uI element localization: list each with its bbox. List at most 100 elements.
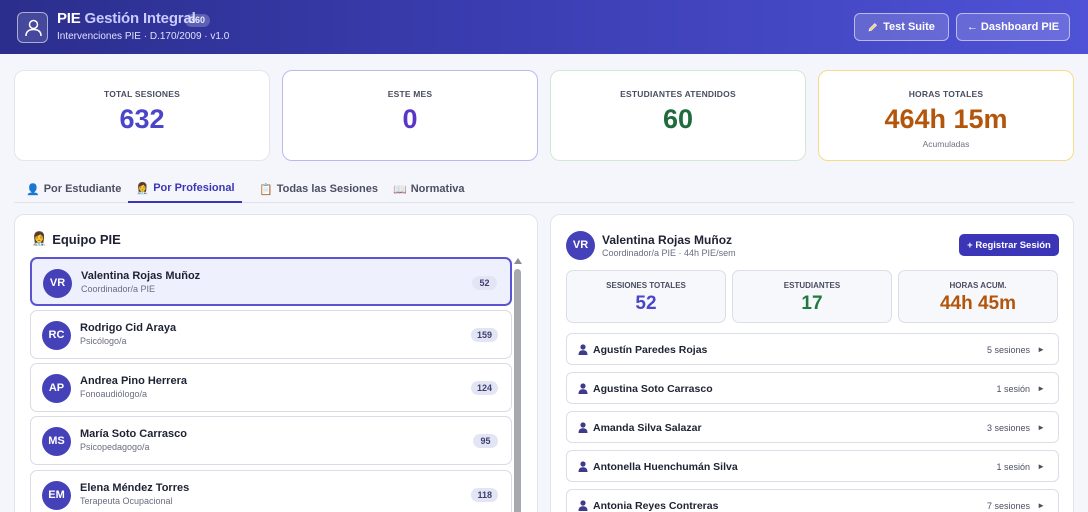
clipboard-icon: 📋 [259,183,273,196]
app-subtitle: Intervenciones PIE · D.170/2009 · v1.0 [57,31,230,42]
professional-role: Coordinador/a PIE · 44h PIE/sem [602,248,736,258]
dashboard-label: ← Dashboard PIE [966,21,1060,33]
member-name: Elena Méndez Torres [80,482,190,494]
stat-label: HORAS TOTALES [908,89,984,99]
test-suite-button[interactable]: Test Suite [854,13,949,41]
professional-name: Valentina Rojas Muñoz [602,233,733,247]
stat-card-estudiantes: ESTUDIANTES ATENDIDOS 60 [550,70,806,161]
app-title-pie: PIE [57,10,81,27]
student-row[interactable]: Agustina Soto Carrasco 1 sesión ► [566,372,1059,404]
student-sessions: 3 sesiones [986,423,1030,433]
tab-por-estudiante[interactable]: 👤 Por Estudiante [26,175,122,203]
member-name: Valentina Rojas Muñoz [81,270,201,282]
session-count-badge: 52 [472,276,497,290]
expand-arrow-icon: ► [1037,423,1045,432]
student-row[interactable]: Amanda Silva Salazar 3 sesiones ► [566,411,1059,443]
mini-stat-value: 17 [801,293,823,314]
mini-stat-horas: HORAS ACUM. 44h 45m [898,270,1058,323]
stat-sub: Acumuladas [922,139,970,149]
mini-stat-value: 44h 45m [939,293,1017,314]
tab-label: Normativa [410,183,465,195]
student-name: Antonella Huenchumán Silva [593,461,738,473]
member-role: Coordinador/a PIE [81,284,156,294]
app-title: PIE Gestión Integral [57,10,196,27]
stat-value: 0 [402,104,418,134]
avatar: MS [42,427,71,456]
expand-arrow-icon: ► [1037,462,1045,471]
view-tabs: 👤 Por Estudiante 👩‍⚕️ Por Profesional 📋 … [14,175,1074,203]
stat-value: 632 [119,104,165,134]
expand-arrow-icon: ► [1037,345,1045,354]
mini-stat-label: SESIONES TOTALES [606,281,686,290]
app-header: PIE Gestión Integral 360 Intervenciones … [0,0,1088,54]
team-member-item[interactable]: RC Rodrigo Cid Araya Psicólogo/a 159 [30,310,512,359]
member-name: Rodrigo Cid Araya [80,322,177,334]
student-sessions: 1 sesión [996,384,1030,394]
tab-normativa[interactable]: 📖 Normativa [393,175,469,203]
logo [17,12,48,43]
member-role: Terapeuta Ocupacional [80,496,173,506]
student-row[interactable]: Antonia Reyes Contreras 7 sesiones ► [566,489,1059,512]
tab-label: Por Profesional [153,182,235,194]
book-icon: 📖 [393,183,407,196]
stat-label: TOTAL SESIONES [103,89,180,99]
mini-stat-label: ESTUDIANTES [783,281,841,290]
student-sessions: 7 sesiones [986,501,1030,511]
team-member-item[interactable]: MS María Soto Carrasco Psicopedagogo/a 9… [30,416,512,465]
professional-icon: 👩‍⚕️ [135,182,150,195]
member-role: Psicólogo/a [80,336,127,346]
student-name: Agustín Paredes Rojas [593,344,708,356]
team-member-item[interactable]: AP Andrea Pino Herrera Fonoaudiólogo/a 1… [30,363,512,412]
stat-label: ESTE MES [387,89,433,99]
scroll-up-arrow-icon[interactable] [514,258,522,264]
tab-por-profesional[interactable]: 👩‍⚕️ Por Profesional [128,175,242,203]
expand-arrow-icon: ► [1037,384,1045,393]
dashboard-button[interactable]: ← Dashboard PIE [956,13,1070,41]
student-row[interactable]: Agustín Paredes Rojas 5 sesiones ► [566,333,1059,365]
stat-value: 60 [662,104,694,134]
stat-card-este-mes: ESTE MES 0 [282,70,538,161]
test-suite-label: Test Suite [883,21,935,33]
student-sessions: 1 sesión [996,462,1030,472]
avatar: VR [566,231,595,260]
student-name: Antonia Reyes Contreras [593,500,719,512]
app-title-rest: Gestión Integral [84,10,196,27]
team-panel: 👩‍⚕️ Equipo PIE VR Valentina Rojas Muñoz… [14,214,538,512]
mini-stat-sesiones: SESIONES TOTALES 52 [566,270,726,323]
student-name: Amanda Silva Salazar [593,422,702,434]
member-role: Fonoaudiólogo/a [80,389,148,399]
stat-label: ESTUDIANTES ATENDIDOS [620,89,736,99]
team-member-item[interactable]: VR Valentina Rojas Muñoz Coordinador/a P… [30,257,512,306]
person-icon [578,383,588,394]
session-count-badge: 95 [473,434,498,448]
session-count-badge: 118 [471,488,498,502]
team-member-item[interactable]: EM Elena Méndez Torres Terapeuta Ocupaci… [30,470,512,512]
tab-label: Todas las Sesiones [276,183,378,195]
team-title-label: Equipo PIE [52,231,121,247]
session-count-badge: 159 [470,328,498,342]
stat-value: 464h 15m [884,104,1008,134]
student-sessions: 5 sesiones [986,345,1030,355]
member-role: Psicopedagogo/a [80,442,150,452]
person-icon [578,500,588,511]
professional-detail-panel: VR Valentina Rojas Muñoz Coordinador/a P… [550,214,1074,512]
student-icon: 👤 [26,183,40,196]
person-icon [578,461,588,472]
pencil-icon [868,23,878,32]
register-session-button[interactable]: + Registrar Sesión [959,234,1059,256]
student-row[interactable]: Antonella Huenchumán Silva 1 sesión ► [566,450,1059,482]
mini-stat-value: 52 [635,293,657,314]
session-count-badge: 124 [470,381,498,395]
user-icon [25,19,42,37]
scrollbar-thumb[interactable] [514,269,521,512]
avatar: EM [42,481,71,510]
tab-label: Por Estudiante [43,183,122,195]
mini-stat-label: HORAS ACUM. [949,281,1007,290]
avatar: VR [43,269,72,298]
avatar: RC [42,321,71,350]
tab-todas-sesiones[interactable]: 📋 Todas las Sesiones [259,175,378,203]
member-name: María Soto Carrasco [80,428,187,440]
member-name: Andrea Pino Herrera [80,375,187,387]
team-title: 👩‍⚕️ Equipo PIE [31,231,121,247]
team-list-scrollbar[interactable] [512,255,524,512]
